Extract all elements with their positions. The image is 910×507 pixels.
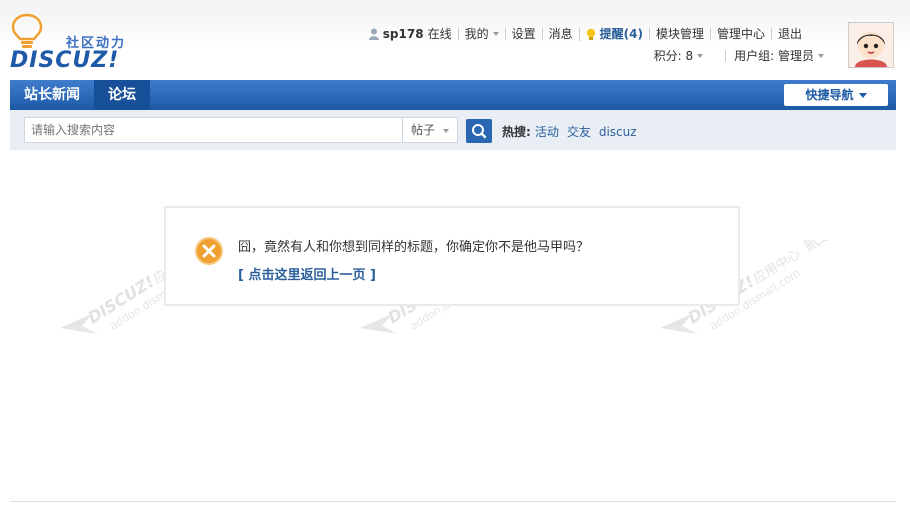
search-type-select[interactable]: 帖子 (402, 117, 458, 143)
error-message-box: 囧，竟然有人和你想到同样的标题，你确定你不是他马甲吗？ [ 点击这里返回上一页 … (164, 206, 740, 306)
chevron-down-icon (492, 32, 499, 36)
user-toolbar: sp178 在线 我的 设置 消息 提醒(4) 模块管理 管理中心 退出 (363, 26, 808, 42)
chevron-down-icon (818, 54, 824, 58)
logo-text: DISCUZ! (10, 48, 120, 73)
online-status[interactable]: 在线 (428, 28, 452, 40)
reminders-label: 提醒(4) (599, 27, 643, 41)
error-message-text: 囧，竟然有人和你想到同样的标题，你确定你不是他马甲吗？ (238, 240, 590, 255)
admin-center-link[interactable]: 管理中心 (709, 28, 771, 40)
hot-term-link[interactable]: discuz (599, 125, 637, 139)
hot-search: 热搜: 活动 交友 discuz (502, 123, 645, 140)
points-label: 积分: 8 (653, 49, 694, 63)
tab-forum[interactable]: 论坛 (94, 80, 150, 110)
quick-nav-button[interactable]: 快捷导航 (784, 84, 888, 106)
hot-term-link[interactable]: 活动 (535, 123, 559, 140)
site-logo[interactable]: 社区动力 DISCUZ! (10, 12, 135, 74)
search-input[interactable] (24, 117, 402, 143)
settings-link[interactable]: 设置 (504, 28, 542, 40)
error-icon (195, 237, 223, 265)
chevron-down-icon (858, 93, 867, 98)
points-menu[interactable]: 积分: 8 (646, 50, 712, 62)
my-menu[interactable]: 我的 (457, 27, 505, 41)
search-type-value: 帖子 (411, 123, 436, 137)
user-status: sp178 在线 (363, 28, 458, 40)
main-nav: 站长新闻 论坛 快捷导航 (10, 80, 896, 110)
user-info-bar: 积分: 8 用户组: 管理员 (646, 50, 832, 62)
my-menu-label: 我的 (464, 27, 489, 41)
bulb-icon (586, 28, 595, 40)
avatar[interactable] (848, 22, 894, 68)
quick-nav-label: 快捷导航 (805, 88, 854, 102)
module-manage-link[interactable]: 模块管理 (648, 28, 710, 40)
user-icon (368, 28, 379, 40)
hot-search-label: 热搜: (502, 125, 531, 139)
tab-site-news[interactable]: 站长新闻 (10, 80, 94, 110)
search-button[interactable] (466, 119, 492, 143)
back-link[interactable]: [ 点击这里返回上一页 ] (238, 264, 376, 283)
user-group-label: 用户组: 管理员 (734, 49, 814, 63)
username-link[interactable]: sp178 (383, 28, 424, 40)
logout-link[interactable]: 退出 (770, 28, 808, 40)
search-bar: 帖子 热搜: 活动 交友 discuz (10, 110, 896, 150)
chevron-down-icon (697, 54, 704, 58)
messages-link[interactable]: 消息 (541, 28, 579, 40)
bulb-logo-icon (11, 13, 43, 48)
search-icon (472, 124, 487, 139)
hot-term-link[interactable]: 交友 (567, 123, 591, 140)
footer-divider (10, 501, 896, 502)
avatar-image (849, 23, 893, 67)
chevron-down-icon (443, 129, 449, 133)
watermark-side-text: 贰道 (800, 240, 828, 255)
reminders-link[interactable]: 提醒(4) (578, 27, 649, 41)
user-group-menu[interactable]: 用户组: 管理员 (725, 50, 832, 62)
